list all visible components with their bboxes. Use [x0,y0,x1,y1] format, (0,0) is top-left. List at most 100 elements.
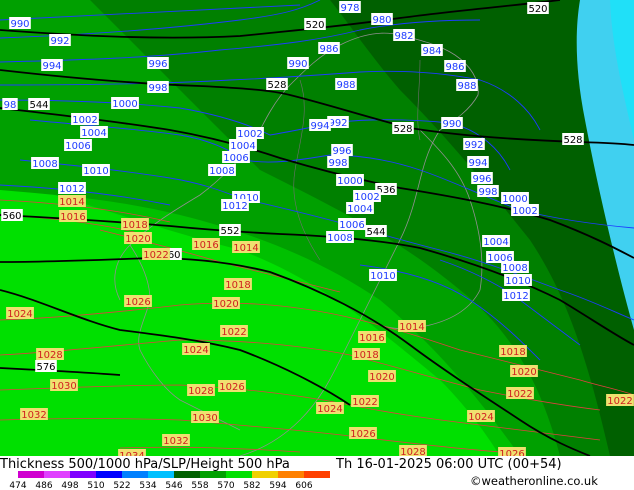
slp-label-text: 1008 [502,263,527,274]
slp-label: 984 [421,44,443,57]
slp-label-text: 998 [478,187,497,198]
slp-label: 996 [471,172,493,185]
thickness-label-text: 1022 [143,250,168,261]
slp-label-text: 996 [332,146,351,157]
slp-label: 996 [147,57,169,70]
slp-label: 1008 [31,157,59,170]
slp-label-text: 1000 [502,194,527,205]
thickness-label: 1020 [510,365,538,378]
slp-label-text: 1008 [209,166,234,177]
legend-value-label: 606 [295,481,312,490]
thickness-label-text: 1014 [399,322,424,333]
legend-value-label: 570 [217,481,234,490]
thickness-label: 1016 [59,210,87,223]
thickness-label: 1018 [352,348,380,361]
slp-label: 1000 [501,192,529,205]
slp-label: 982 [393,29,415,42]
legend-value-label: 498 [61,481,78,490]
thickness-label-text: 1022 [607,396,632,407]
slp-label: 998 [327,156,349,169]
slp-label-text: 1002 [354,192,379,203]
slp-label-text: 984 [422,46,441,57]
slp-label: 994 [467,156,489,169]
thickness-label: 1014 [398,320,426,333]
slp-label: 996 [331,144,353,157]
height-500-label-text: 528 [563,135,582,146]
thickness-label: 1014 [58,195,86,208]
legend-swatch [70,471,96,478]
thickness-label: 1022 [142,248,170,261]
slp-label-text: 1006 [339,220,364,231]
thickness-label: 1024 [467,410,495,423]
thickness-label-text: 1022 [352,397,377,408]
legend-swatch [226,471,252,478]
slp-label-text: 1004 [230,141,255,152]
thickness-label: 1026 [498,447,526,456]
legend-value-label: 522 [113,481,130,490]
thickness-label-text: 1028 [400,447,425,456]
thickness-label: 1020 [368,370,396,383]
height-500-label: 520 [527,2,549,15]
height-500-label: 528 [562,133,584,146]
thickness-label: 1034 [118,449,146,456]
slp-label-text: 1008 [32,159,57,170]
slp-label-text: 1012 [222,201,247,212]
thickness-label-text: 1024 [183,345,208,356]
slp-label-text: 986 [445,62,464,73]
legend-value-label: 546 [165,481,182,490]
slp-label-text: 988 [457,81,476,92]
slp-label-text: 1010 [83,166,108,177]
slp-label-text: 1006 [223,153,248,164]
thickness-label-text: 1020 [511,367,536,378]
thickness-label: 1022 [506,387,534,400]
slp-label-text: 1002 [237,129,262,140]
thickness-label: 1016 [192,238,220,251]
slp-label-text: 1002 [512,206,537,217]
slp-label-text: 1006 [65,141,90,152]
slp-label-text: 992 [464,140,483,151]
slp-label: 1008 [501,261,529,274]
thickness-label-text: 1026 [350,429,375,440]
slp-label-text: 1008 [327,233,352,244]
slp-label: 1006 [338,218,366,231]
legend-swatch [44,471,70,478]
slp-label: 1004 [346,202,374,215]
thickness-label: 1018 [499,345,527,358]
slp-label: 1004 [80,126,108,139]
height-500-label: 544 [365,225,387,238]
slp-label: 1000 [336,174,364,187]
legend-swatch [148,471,174,478]
slp-label: 990 [287,57,309,70]
slp-label: 1006 [222,151,250,164]
thickness-label: 1016 [358,331,386,344]
thickness-label-text: 1024 [468,412,493,423]
slp-label-text: 998 [148,83,167,94]
slp-label: 1010 [504,274,532,287]
legend-colorbar: 474 486 498 510 522 534 546 558 570 582 594 606 [9,471,330,490]
height-500-label-text: 520 [305,20,324,31]
slp-label-text: 1012 [503,291,528,302]
slp-label: 1002 [511,204,539,217]
slp-label-text: 996 [472,174,491,185]
thickness-label-text: 1028 [188,386,213,397]
thickness-label-text: 1022 [221,327,246,338]
credit-text: ©weatheronline.co.uk [470,474,598,488]
height-500-label: 528 [392,122,414,135]
thickness-label-text: 1032 [21,410,46,421]
thickness-label: 1032 [20,408,48,421]
slp-label-text: 992 [50,36,69,47]
height-500-label: 528 [266,78,288,91]
height-500-label-text: 552 [220,226,239,237]
slp-label: 992 [463,138,485,151]
thickness-label: 1028 [36,348,64,361]
slp-label: 1002 [353,190,381,203]
height-500-label: 520 [304,18,326,31]
slp-label-text: 988 [336,80,355,91]
thickness-label: 1020 [212,297,240,310]
thickness-label-text: 1024 [7,309,32,320]
footer-bar: Thickness 500/1000 hPa/SLP/Height 500 hP… [0,456,634,490]
thickness-label: 1022 [351,395,379,408]
slp-label-text: 98 [4,100,17,111]
thickness-label-text: 1014 [59,197,84,208]
legend-swatch [304,471,330,478]
